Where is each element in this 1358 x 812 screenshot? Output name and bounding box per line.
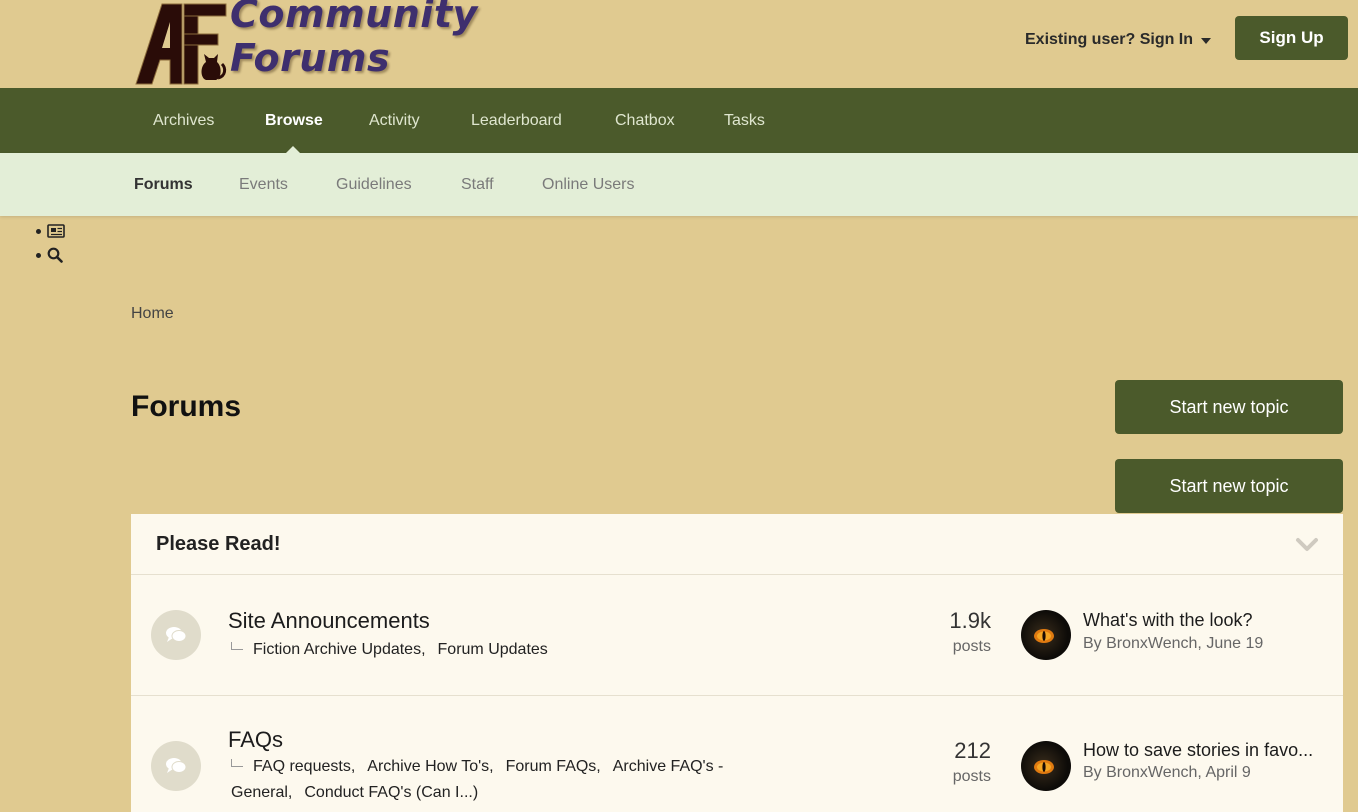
subforum-branch-icon xyxy=(231,642,243,650)
secondary-nav: Forums Events Guidelines Staff Online Us… xyxy=(0,153,1358,216)
forum-post-count: 212 posts xyxy=(953,738,991,786)
search-icon xyxy=(47,247,63,263)
subforum-link[interactable]: Forum Updates xyxy=(438,641,548,658)
forum-row: Site Announcements Fiction Archive Updat… xyxy=(131,575,1343,696)
quick-link-search[interactable] xyxy=(36,243,65,267)
last-post-title[interactable]: How to save stories in favo... xyxy=(1083,740,1323,761)
forum-post-count: 1.9k posts xyxy=(949,608,991,656)
last-post-meta: By BronxWench, April 9 xyxy=(1083,764,1251,782)
subforum-link[interactable]: Fiction Archive Updates, xyxy=(253,641,426,658)
last-post-author[interactable]: By BronxWench, xyxy=(1083,764,1202,781)
chat-bubbles-icon xyxy=(166,627,187,642)
nav-browse[interactable]: Browse xyxy=(265,88,323,153)
avatar[interactable] xyxy=(1021,610,1071,660)
quick-link-activity[interactable] xyxy=(36,219,65,243)
sign-in-label: Existing user? Sign In xyxy=(1025,31,1194,48)
subforum-link[interactable]: Conduct FAQ's (Can I...) xyxy=(304,784,478,801)
subforum-list: FAQ requests, Archive How To's, Forum FAQs… xyxy=(231,754,851,806)
list-bullet xyxy=(36,252,41,258)
subnav-online-users[interactable]: Online Users xyxy=(542,153,634,216)
last-post-title[interactable]: What's with the look? xyxy=(1083,610,1323,631)
subnav-staff[interactable]: Staff xyxy=(461,153,494,216)
last-post-date: April 9 xyxy=(1205,764,1251,781)
forum-category-panel: Please Read! Site Announcements Fiction … xyxy=(131,514,1343,812)
logo-af-icon xyxy=(135,3,227,85)
post-count-value: 1.9k xyxy=(949,608,991,633)
subforum-list: Fiction Archive Updates, Forum Updates xyxy=(231,637,851,663)
post-count-label: posts xyxy=(952,638,991,655)
chevron-down-icon[interactable] xyxy=(1295,534,1319,554)
site-logo[interactable]: Community Forums xyxy=(134,0,634,86)
nav-leaderboard[interactable]: Leaderboard xyxy=(471,88,562,153)
last-post-author[interactable]: By BronxWench, xyxy=(1083,635,1202,652)
caret-down-icon xyxy=(1201,38,1212,44)
chat-bubbles-icon xyxy=(166,758,187,773)
subnav-guidelines[interactable]: Guidelines xyxy=(336,153,412,216)
nav-tasks[interactable]: Tasks xyxy=(724,88,765,153)
subnav-forums[interactable]: Forums xyxy=(134,153,193,216)
page-title: Forums xyxy=(131,390,242,423)
quick-links xyxy=(36,219,65,267)
subforum-branch-icon xyxy=(231,759,243,767)
nav-activity[interactable]: Activity xyxy=(369,88,420,153)
newspaper-icon xyxy=(47,224,65,238)
site-header: Community Forums Existing user? Sign In … xyxy=(0,0,1358,88)
list-bullet xyxy=(36,228,41,234)
sign-up-button[interactable]: Sign Up xyxy=(1235,16,1348,60)
forum-title[interactable]: FAQs xyxy=(228,727,283,753)
dragon-eye-icon xyxy=(1034,760,1054,774)
logo-title: Community Forums xyxy=(230,0,478,80)
subforum-link[interactable]: Archive How To's, xyxy=(367,758,493,775)
forum-row: FAQs FAQ requests, Archive How To's, Forum… xyxy=(131,696,1343,812)
subnav-events[interactable]: Events xyxy=(239,153,288,216)
forum-status-icon xyxy=(151,741,201,791)
logo-mark xyxy=(134,0,230,86)
category-title[interactable]: Please Read! xyxy=(156,533,281,556)
start-new-topic-button[interactable]: Start new topic xyxy=(1115,380,1343,434)
active-nav-indicator xyxy=(286,146,300,153)
breadcrumb-home[interactable]: Home xyxy=(131,305,174,323)
avatar[interactable] xyxy=(1021,741,1071,791)
category-header: Please Read! xyxy=(131,514,1343,575)
start-new-topic-button-secondary[interactable]: Start new topic xyxy=(1115,459,1343,513)
primary-nav: Archives Browse Activity Leaderboard Cha… xyxy=(0,88,1358,153)
nav-archives[interactable]: Archives xyxy=(153,88,214,153)
dragon-eye-icon xyxy=(1034,629,1054,643)
subforum-link[interactable]: Forum FAQs, xyxy=(506,758,601,775)
forum-title[interactable]: Site Announcements xyxy=(228,608,430,634)
forum-status-icon xyxy=(151,610,201,660)
sign-in-dropdown[interactable]: Existing user? Sign In xyxy=(1025,28,1212,52)
post-count-value: 212 xyxy=(954,738,991,763)
subforum-link[interactable]: FAQ requests, xyxy=(253,758,355,775)
last-post-date: June 19 xyxy=(1206,635,1264,652)
nav-chatbox[interactable]: Chatbox xyxy=(615,88,675,153)
post-count-label: posts xyxy=(952,768,991,785)
last-post-meta: By BronxWench, June 19 xyxy=(1083,635,1263,653)
